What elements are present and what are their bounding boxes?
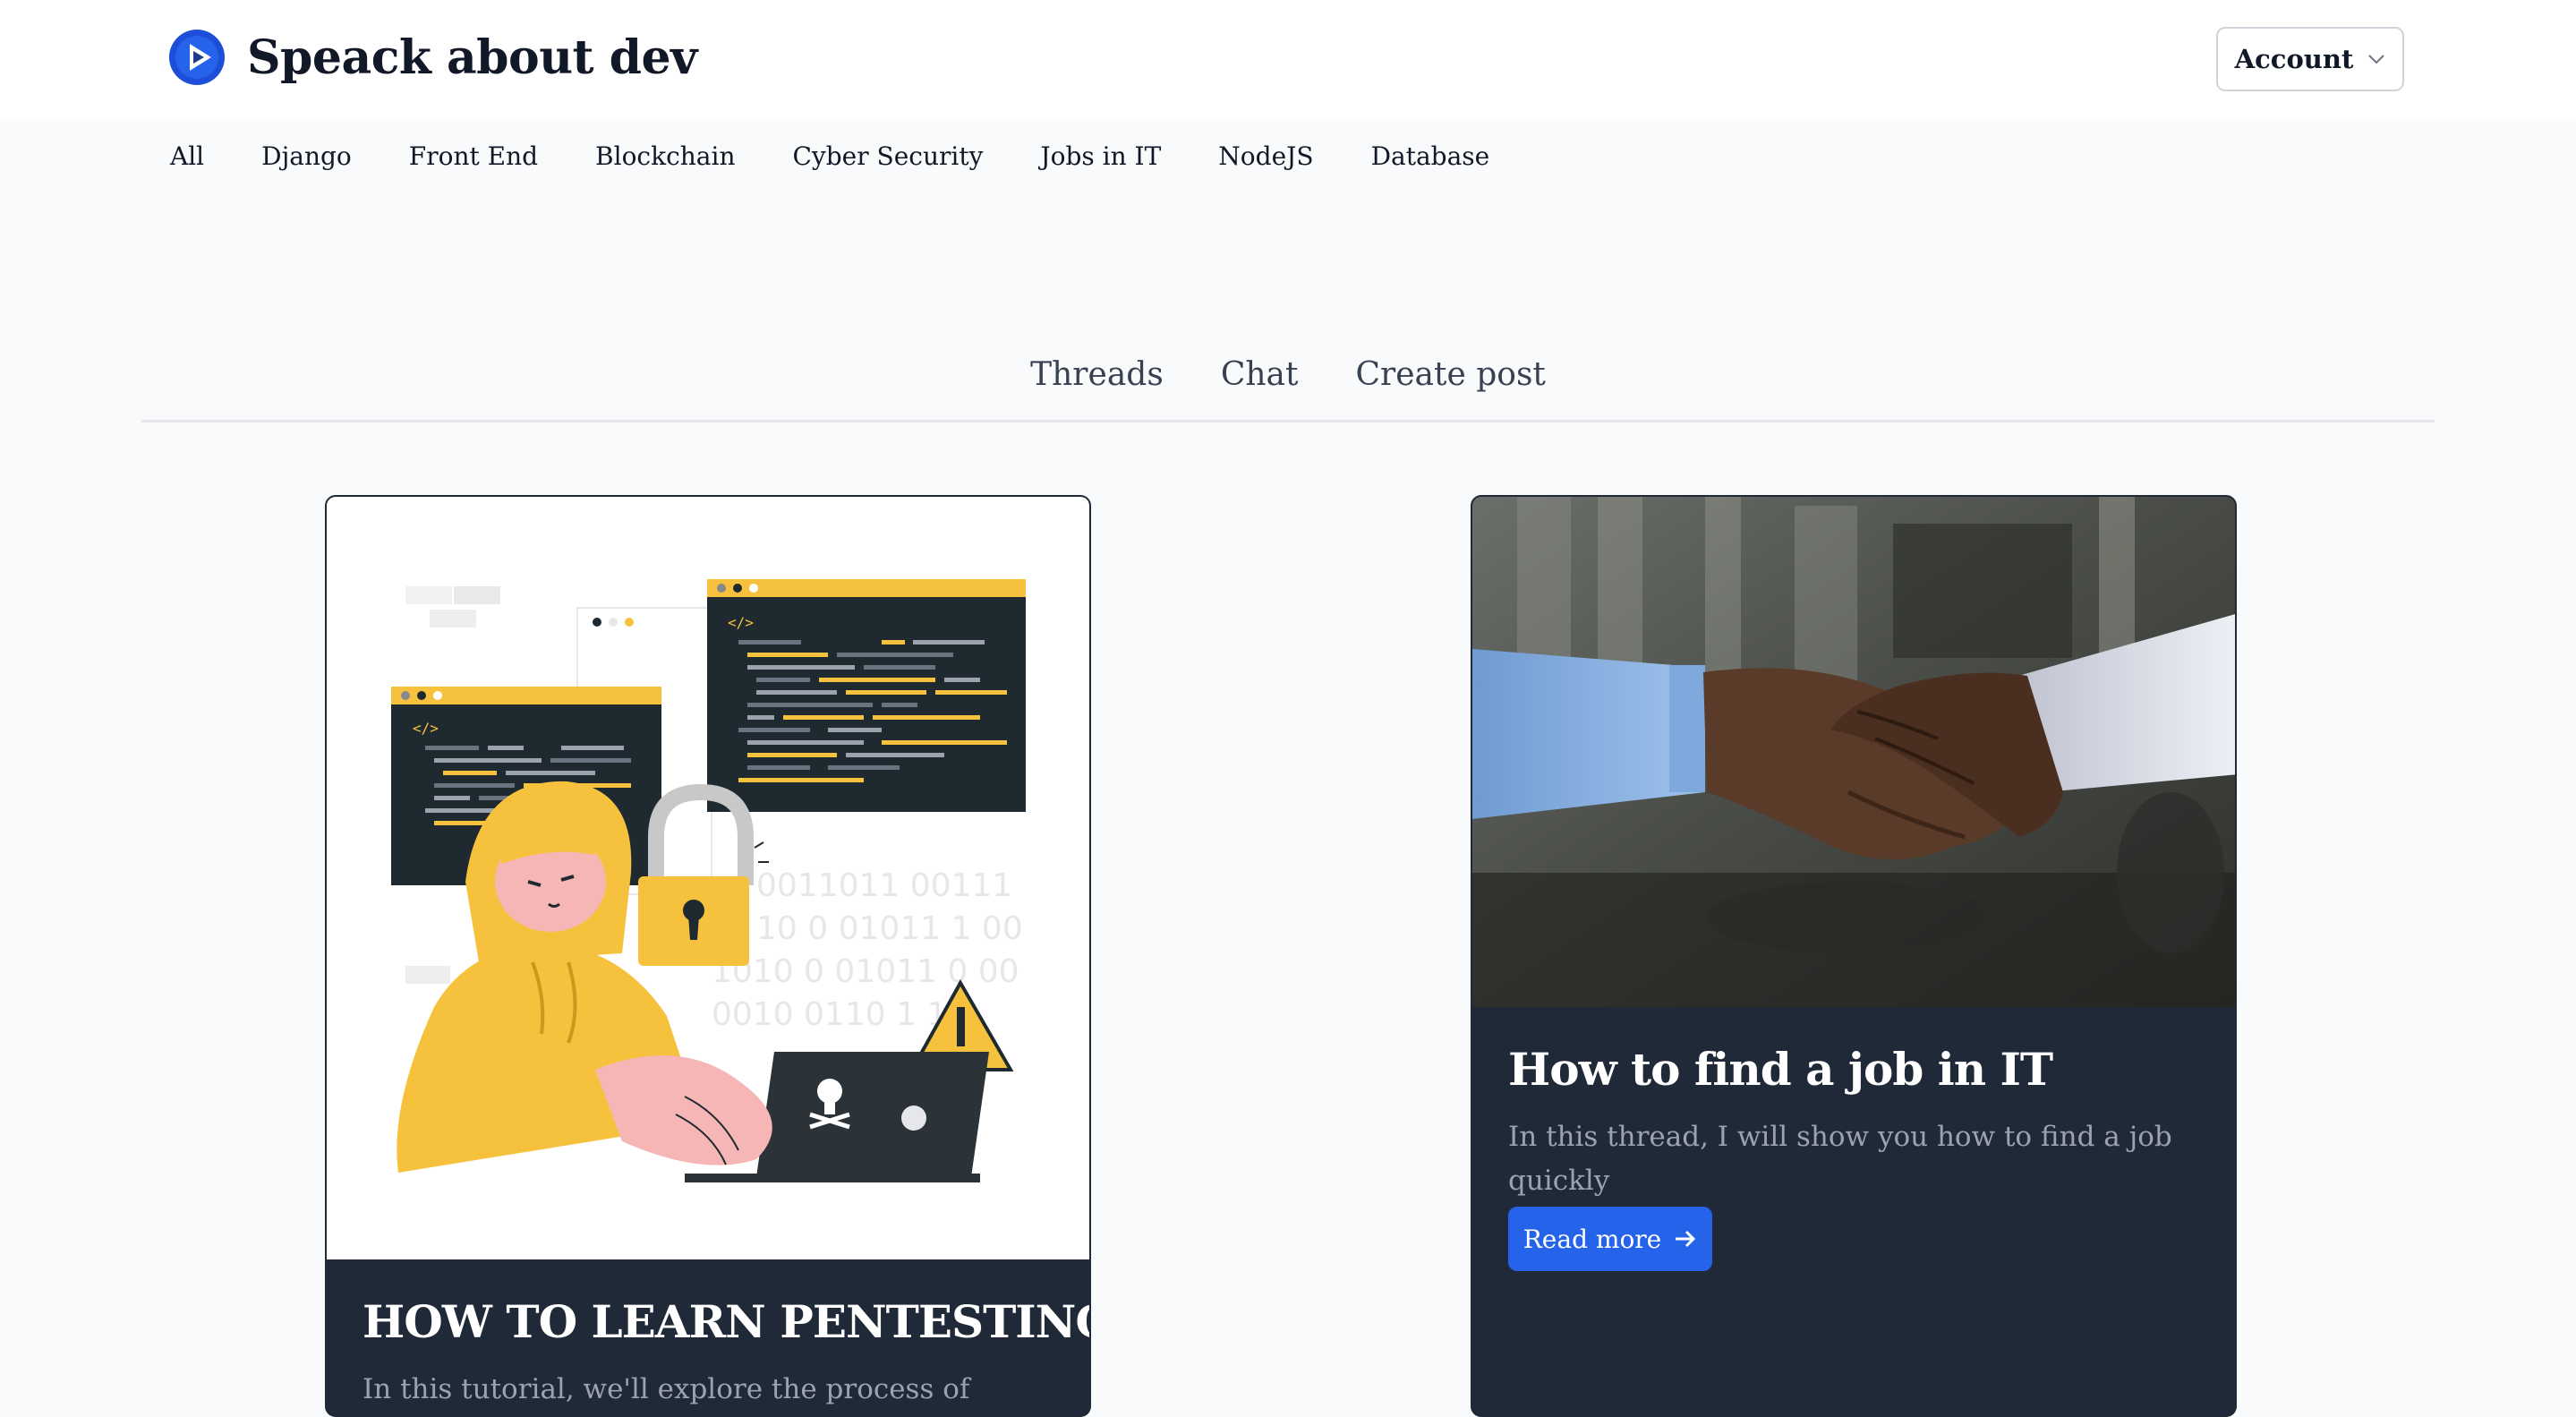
category-blockchain[interactable]: Blockchain <box>595 141 735 171</box>
read-more-button[interactable]: Read more <box>1508 1207 1712 1271</box>
tab-create-post[interactable]: Create post <box>1355 356 1545 393</box>
post-title[interactable]: How to find a job in IT <box>1508 1043 2235 1096</box>
tabs-divider <box>141 420 2435 423</box>
arrow-right-icon <box>1676 1230 1696 1248</box>
category-front-end[interactable]: Front End <box>409 141 538 171</box>
svg-text:10 0 01011 1 00: 10 0 01011 1 00 <box>756 910 1023 947</box>
top-bar: Speack about dev Account <box>0 0 2576 119</box>
category-cyber-security[interactable]: Cyber Security <box>792 141 983 171</box>
svg-text:0011011 00111: 0011011 00111 <box>756 867 1012 904</box>
category-nav: All Django Front End Blockchain Cyber Se… <box>170 141 1547 171</box>
category-database[interactable]: Database <box>1371 141 1490 171</box>
post-image-handshake-photo <box>1472 497 2235 1007</box>
category-jobs-in-it[interactable]: Jobs in IT <box>1040 141 1161 171</box>
category-django[interactable]: Django <box>261 141 352 171</box>
category-nodejs[interactable]: NodeJS <box>1218 141 1313 171</box>
post-card[interactable]: How to find a job in IT In this thread, … <box>1471 495 2237 1417</box>
section-tabs: Threads Chat Create post <box>0 356 2576 393</box>
post-card[interactable]: </> </> 0011011 00111 10 0 01011 1 00 10… <box>325 495 1091 1417</box>
chevron-down-icon <box>2368 55 2385 64</box>
read-more-label: Read more <box>1523 1224 1662 1254</box>
svg-text:</>: </> <box>413 720 439 737</box>
brand[interactable]: Speack about dev <box>168 29 697 86</box>
post-description: In this tutorial, we'll explore the proc… <box>363 1373 970 1405</box>
tab-threads[interactable]: Threads <box>1030 356 1164 393</box>
svg-text:</>: </> <box>728 614 754 631</box>
post-image-hacker-illustration: </> </> 0011011 00111 10 0 01011 1 00 10… <box>327 497 1089 1259</box>
category-all[interactable]: All <box>170 141 204 171</box>
post-card-body: HOW TO LEARN PENTESTING In this tutorial… <box>327 1259 1089 1415</box>
post-description: In this thread, I will show you how to f… <box>1508 1121 2172 1197</box>
brand-title: Speack about dev <box>247 30 697 85</box>
play-circle-icon <box>169 30 225 85</box>
post-card-body: How to find a job in IT In this thread, … <box>1472 1007 2235 1203</box>
account-label: Account <box>2234 44 2354 74</box>
account-button[interactable]: Account <box>2216 27 2404 91</box>
svg-text:1010 0 01011 0 00: 1010 0 01011 0 00 <box>712 953 1019 990</box>
post-title[interactable]: HOW TO LEARN PENTESTING <box>363 1295 1089 1348</box>
tab-chat[interactable]: Chat <box>1221 356 1299 393</box>
